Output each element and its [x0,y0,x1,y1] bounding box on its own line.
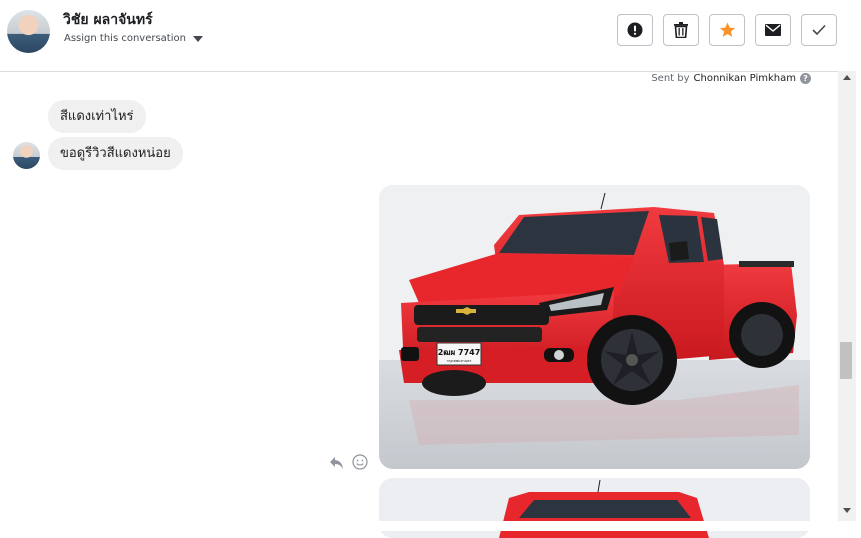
thread-scrollbar[interactable] [838,71,856,521]
sent-by-prefix: Sent by [651,73,690,84]
contact-name[interactable]: วิชัย ผลาจันทร์ [63,9,153,31]
sent-by-line: Sent by Chonnikan Pimkham ? [651,73,811,84]
mark-unread-button[interactable] [755,14,791,46]
spam-button[interactable] [617,14,653,46]
caret-down-icon [192,35,203,42]
incoming-message[interactable]: ขอดูรีวิวสีแดงหน่อย [48,137,183,170]
scrollbar-thumb[interactable] [840,342,852,379]
star-button[interactable] [709,14,745,46]
scroll-down-arrow-icon[interactable] [843,508,851,513]
sent-by-name: Chonnikan Pimkham [693,73,796,84]
envelope-icon [765,24,781,36]
contact-avatar[interactable] [7,10,50,53]
scroll-up-arrow-icon[interactable] [843,75,851,80]
assign-conversation-dropdown[interactable]: Assign this conversation [64,33,203,44]
assign-label: Assign this conversation [64,33,186,44]
delete-button[interactable] [663,14,699,46]
header-actions [617,14,837,46]
help-icon[interactable]: ? [800,73,811,84]
check-icon [812,24,826,36]
done-button[interactable] [801,14,837,46]
red-pickup-truck-image: 2ฒผ 7747 กรุงเทพมหานคร [379,185,810,469]
page-bottom [0,521,838,531]
conversation-header: วิชัย ผลาจันทร์ Assign this conversation [0,0,838,72]
incoming-message[interactable]: สีแดงเท่าไหร่ [48,100,146,133]
react-button[interactable] [352,454,368,474]
alert-icon [627,22,643,38]
sender-avatar [13,142,40,169]
license-plate-number: 2ฒผ 7747 [438,348,481,357]
photo-attachment[interactable]: 2ฒผ 7747 กรุงเทพมหานคร [379,185,810,469]
message-tools [329,454,368,474]
trash-icon [674,22,688,38]
reply-button[interactable] [329,455,344,474]
emoji-icon [352,454,368,470]
star-icon [719,22,735,37]
reply-icon [330,456,343,469]
